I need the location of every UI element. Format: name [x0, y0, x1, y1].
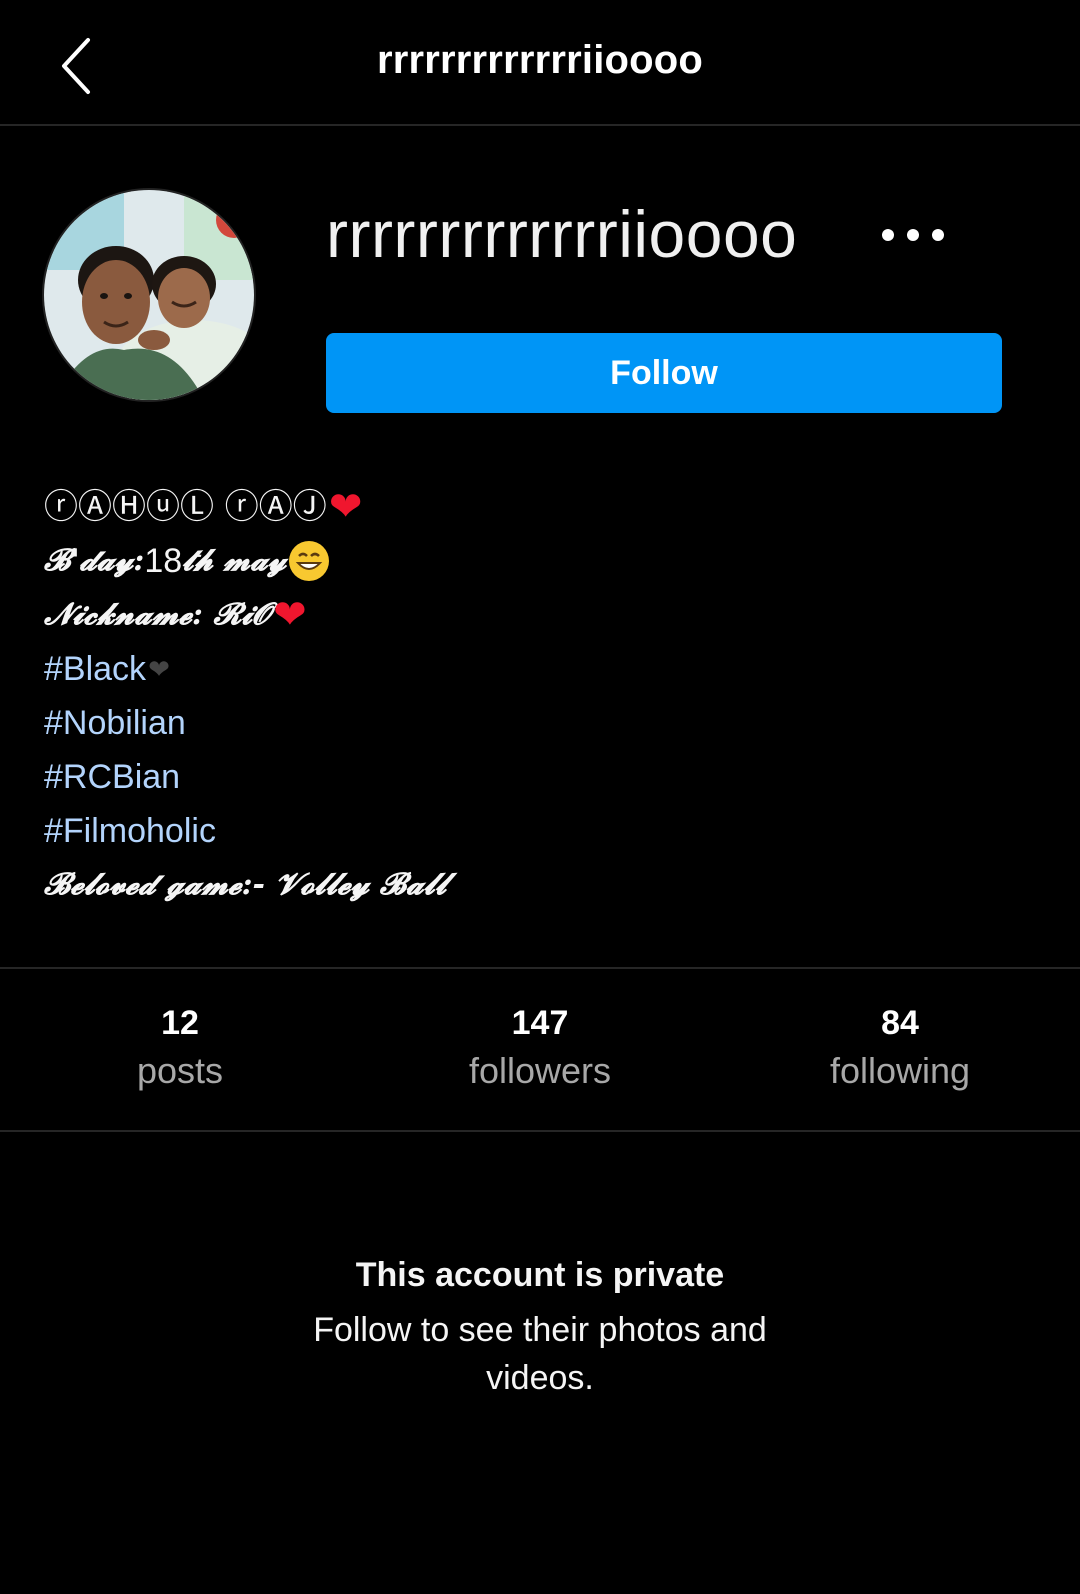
red-heart-icon: ❤	[273, 593, 307, 637]
stat-posts[interactable]: 12 posts	[30, 1000, 330, 1096]
divider	[0, 1130, 1080, 1132]
top-bar: rrrrrrrrrrrrriioooo	[0, 0, 1080, 126]
more-options-button[interactable]	[880, 220, 946, 250]
hashtag-link[interactable]: #RCBian	[44, 750, 180, 804]
bio-game-line: 𝓑𝓮𝓵𝓸𝓿𝓮𝓭 𝓰𝓪𝓶𝓮:- 𝓥𝓸𝓵𝓵𝓮𝔂 𝓑𝓪𝓵𝓵	[44, 858, 1024, 912]
stat-posts-label: posts	[136, 1050, 224, 1091]
stat-posts-count: 12	[161, 1004, 199, 1042]
bio-name-line: ⓡⒶⒽⓤⓁ ⓡⒶⒿ ❤	[44, 480, 1024, 534]
stat-following[interactable]: 84 following	[750, 1000, 1050, 1096]
bio-tag-line: #RCBian	[44, 750, 1024, 804]
bio-birthday-day: 18	[144, 542, 183, 580]
stat-followers[interactable]: 147 followers	[390, 1000, 690, 1096]
profile-stats: 12 posts 147 followers 84 following	[0, 1000, 1080, 1100]
red-heart-icon: ❤	[328, 485, 363, 529]
profile-avatar[interactable]	[42, 188, 256, 402]
stat-following-label: following	[829, 1050, 971, 1091]
profile-username: rrrrrrrrrrrrriioooo	[326, 197, 798, 271]
divider	[0, 967, 1080, 969]
stat-following-count: 84	[881, 1004, 919, 1042]
stat-followers-label: followers	[468, 1050, 612, 1091]
hashtag-link[interactable]: #Nobilian	[44, 696, 186, 750]
black-heart-icon: ❤	[148, 654, 170, 684]
bio-game: 𝓑𝓮𝓵𝓸𝓿𝓮𝓭 𝓰𝓪𝓶𝓮:- 𝓥𝓸𝓵𝓵𝓮𝔂 𝓑𝓪𝓵𝓵	[44, 867, 447, 902]
bio-tag-line: #Nobilian	[44, 696, 1024, 750]
bio-tag-line: #Black ❤	[44, 642, 1024, 696]
private-account-notice: This account is private Follow to see th…	[0, 1252, 1080, 1402]
bio-nickname-line: 𝓝𝓲𝓬𝓴𝓷𝓪𝓶𝓮: 𝓡𝓲𝓞 ❤	[44, 588, 1024, 642]
grinning-face-icon	[288, 541, 329, 581]
bio-tag-line: #Filmoholic	[44, 804, 1024, 858]
bio-name: ⓡⒶⒽⓤⓁ ⓡⒶⒿ	[44, 487, 327, 527]
hashtag-link[interactable]: #Filmoholic	[44, 804, 216, 858]
bio-nickname: 𝓝𝓲𝓬𝓴𝓷𝓪𝓶𝓮: 𝓡𝓲𝓞	[44, 597, 272, 632]
private-subtitle: Follow to see their photos and videos.	[313, 1311, 767, 1397]
private-title: This account is private	[355, 1256, 725, 1294]
bio-birthday-label: 𝓑'𝓭𝓪𝔂:	[44, 543, 145, 578]
hashtag-link[interactable]: #Black	[44, 642, 146, 696]
follow-button[interactable]: Follow	[326, 333, 1002, 413]
stat-followers-count: 147	[511, 1004, 569, 1042]
bio-birthday-line: 𝓑'𝓭𝓪𝔂: 18 𝓽𝓱 𝓶𝓪𝔂	[44, 534, 1024, 588]
profile-bio: ⓡⒶⒽⓤⓁ ⓡⒶⒿ ❤ 𝓑'𝓭𝓪𝔂: 18 𝓽𝓱 𝓶𝓪𝔂 𝓝𝓲𝓬𝓴𝓷𝓪𝓶𝓮: 𝓡…	[44, 480, 1024, 912]
more-horizontal-icon	[882, 229, 944, 241]
page-title: rrrrrrrrrrrrriioooo	[376, 38, 704, 82]
bio-birthday-month: 𝓽𝓱 𝓶𝓪𝔂	[182, 543, 287, 578]
